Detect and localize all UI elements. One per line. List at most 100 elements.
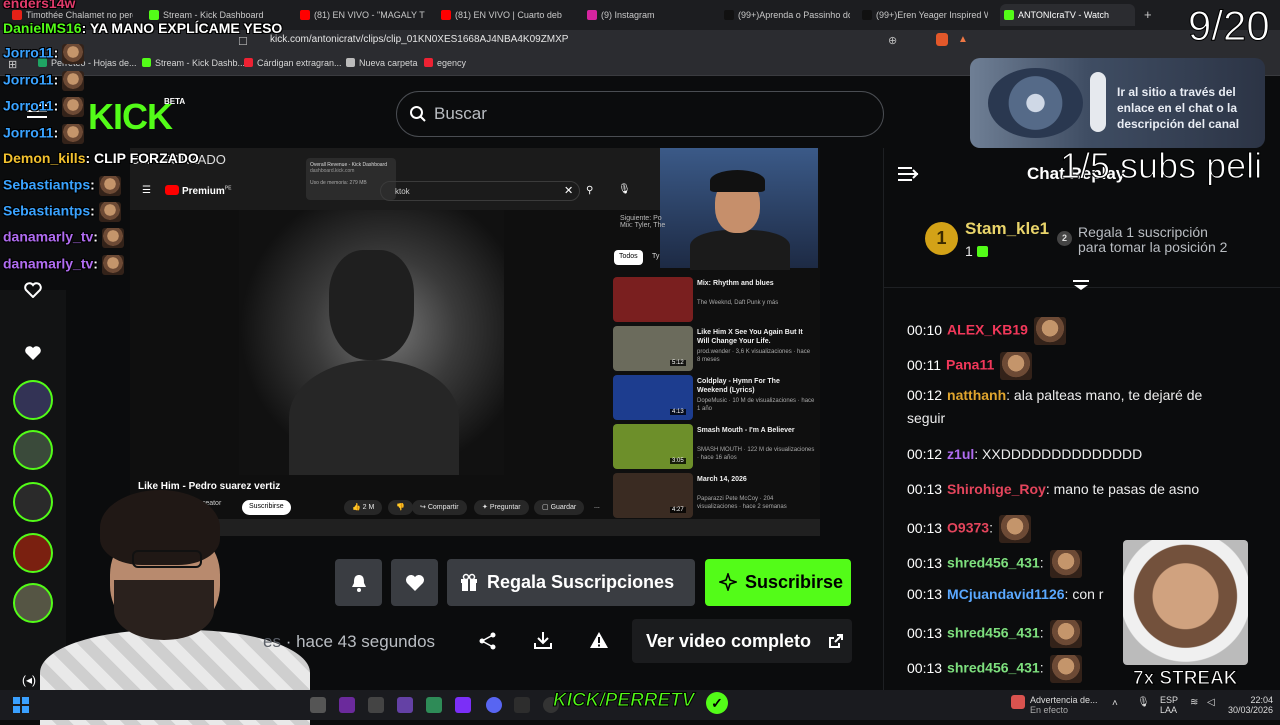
new-tab-button[interactable]: + xyxy=(1140,4,1160,26)
discord-icon[interactable] xyxy=(486,697,502,713)
yt-like-button: 👍 2 M xyxy=(344,500,383,515)
language-indicator[interactable]: ESP LAA xyxy=(1160,695,1178,715)
report-icon[interactable] xyxy=(589,630,609,650)
yt-related-duration: 4:13 xyxy=(670,409,686,415)
overlay-chat-line: Jorro11: xyxy=(3,44,85,64)
volume-icon[interactable]: ◁ xyxy=(1207,697,1215,708)
sidebar-channel-avatar[interactable] xyxy=(13,380,53,420)
chat-username[interactable]: shred456_431 xyxy=(947,625,1040,641)
subscribe-button[interactable]: Suscribirse xyxy=(705,559,851,606)
yt-related-thumbnail xyxy=(613,277,693,322)
chevron-down-icon[interactable] xyxy=(1072,279,1090,291)
chat-username[interactable]: Pana11 xyxy=(946,357,994,373)
brave-shield-icon[interactable] xyxy=(936,33,948,46)
chat-username[interactable]: natthanh xyxy=(947,387,1006,403)
full-video-label: Ver video completo xyxy=(646,631,812,651)
tab-label: Stream - Kick Dashboard xyxy=(163,10,264,20)
gift-subs-button[interactable]: Regala Suscripciones xyxy=(447,559,695,606)
download-icon[interactable] xyxy=(533,630,553,650)
search-placeholder: Buscar xyxy=(434,104,487,123)
captured-webcam xyxy=(660,148,818,270)
taskbar-notification[interactable]: Advertencia de... En efecto xyxy=(1030,695,1098,715)
bookmark-item[interactable]: Stream - Kick Dashb... xyxy=(142,58,245,68)
taskbar-app-icon[interactable] xyxy=(368,697,384,713)
chat-message: 00:13 shred456_431: xyxy=(907,550,1082,578)
taskbar-app-icon[interactable] xyxy=(426,697,442,713)
chat-timestamp: 00:12 xyxy=(907,446,943,462)
chat-username[interactable]: Shirohige_Roy xyxy=(947,481,1046,497)
full-video-button[interactable]: Ver video completo xyxy=(632,619,852,663)
chat-timestamp: 00:13 xyxy=(907,481,943,497)
chat-collapse-icon[interactable] xyxy=(897,165,919,183)
gift-icon xyxy=(461,573,477,591)
sparkle-icon xyxy=(719,573,737,591)
follow-button[interactable] xyxy=(391,559,438,606)
streak-label: 7x STREAK xyxy=(1133,668,1239,690)
bookmark-item[interactable]: egency xyxy=(424,58,466,68)
yt-related-title: Mix: Rhythm and blues xyxy=(697,280,774,287)
overlay-chat-text: : xyxy=(90,202,95,219)
notification-button[interactable] xyxy=(335,559,382,606)
overlay-emote-icon xyxy=(101,255,124,275)
yt-related-item: March 14, 2026 Paparazzi Pete McCoy · 204… xyxy=(613,473,818,518)
bookmark-page-icon[interactable]: ☐ xyxy=(238,35,248,48)
yt-related-meta: prod.wender · 3,6 K visualizaciones · ha… xyxy=(697,349,811,363)
kick-logo[interactable]: KICK xyxy=(88,96,173,138)
position-badge: 2 xyxy=(1057,231,1072,246)
browser-tab[interactable]: (81) EN VIVO - "MAGALY T xyxy=(296,4,426,26)
yt-related-title: March 14, 2026 xyxy=(697,476,747,483)
yt-share-button: ↪ Compartir xyxy=(412,500,467,515)
sidebar-channel-avatar[interactable] xyxy=(13,430,53,470)
streamer-webcam xyxy=(40,490,320,725)
bookmark-folder[interactable]: Nueva carpeta xyxy=(346,58,418,68)
browser-tab[interactable]: (99+)Eren Yeager Inspired Wol xyxy=(858,4,988,26)
heart-icon[interactable] xyxy=(24,282,42,298)
zoom-icon[interactable]: ⊕ xyxy=(888,34,897,47)
browser-tab[interactable]: ANTONIcraTV - Watch xyxy=(1000,4,1135,26)
chat-emote-icon xyxy=(1033,317,1066,345)
tray-chevron-icon[interactable]: ˄ xyxy=(1112,698,1118,709)
chat-username[interactable]: z1ul xyxy=(947,446,974,462)
rewards-icon[interactable]: ▲ xyxy=(958,34,968,45)
chat-message: 00:13 O9373: xyxy=(907,515,1031,543)
taskbar-app-icon[interactable] xyxy=(397,697,413,713)
taskbar-clock[interactable]: 22:04 30/03/2026 xyxy=(1228,695,1273,715)
leader-description: Regala 1 suscripción para tomar la posici… xyxy=(1078,224,1228,255)
chat-username[interactable]: MCjuandavid1126 xyxy=(947,586,1065,602)
chat-username[interactable]: shred456_431 xyxy=(947,555,1040,571)
share-icon[interactable] xyxy=(478,631,498,651)
url-text[interactable]: kick.com/antonicratv/clips/clip_01KN0XES… xyxy=(270,34,568,45)
browser-tab[interactable]: (81) EN VIVO | Cuarto deb xyxy=(437,4,567,26)
overlay-chat-line: Sebastiantps: xyxy=(3,176,121,196)
taskbar-app-icon[interactable] xyxy=(339,697,355,713)
chat-username[interactable]: O9373 xyxy=(947,520,989,536)
following-heart-icon[interactable] xyxy=(24,345,42,361)
windows-start-icon[interactable] xyxy=(13,697,29,713)
leader-username[interactable]: Stam_kle1 xyxy=(965,219,1049,239)
browser-tab[interactable]: (99+)Aprenda o Passinho do Ja xyxy=(720,4,850,26)
alert-icon[interactable] xyxy=(1011,695,1025,709)
yt-related-title: Smash Mouth - I'm A Believer xyxy=(697,427,795,434)
overlay-emote-icon xyxy=(62,124,85,144)
overlay-chat-text: : YA MANO EXPLÍCAME YESO xyxy=(81,20,283,36)
taskbar-app-icon[interactable] xyxy=(455,697,471,713)
overlay-chat-text: : xyxy=(93,228,98,245)
gift-subs-label: Regala Suscripciones xyxy=(487,572,675,592)
beta-badge: BETA xyxy=(164,97,186,106)
chat-username[interactable]: ALEX_KB19 xyxy=(947,322,1028,338)
tab-favicon-icon xyxy=(300,10,310,20)
tab-label: (81) EN VIVO - "MAGALY T xyxy=(314,10,425,20)
wifi-icon[interactable]: ≋ xyxy=(1190,697,1198,708)
yt-mic-icon: 🎙 xyxy=(618,184,631,195)
yt-related-duration: 4:27 xyxy=(670,507,686,513)
chat-username[interactable]: shred456_431 xyxy=(947,660,1040,676)
mic-icon[interactable]: 🎙 xyxy=(1137,697,1150,708)
chat-separator: : xyxy=(1039,659,1044,676)
collapse-sidebar-icon[interactable]: (◂) xyxy=(22,673,36,687)
taskbar-app-icon[interactable] xyxy=(310,697,326,713)
browser-tab[interactable]: (9) Instagram xyxy=(583,4,708,26)
verified-icon: ✓ xyxy=(706,692,728,714)
taskbar-app-icon[interactable] xyxy=(514,697,530,713)
bookmark-item[interactable]: Cárdigan extragran... xyxy=(244,58,342,68)
glasses-icon xyxy=(132,550,202,568)
